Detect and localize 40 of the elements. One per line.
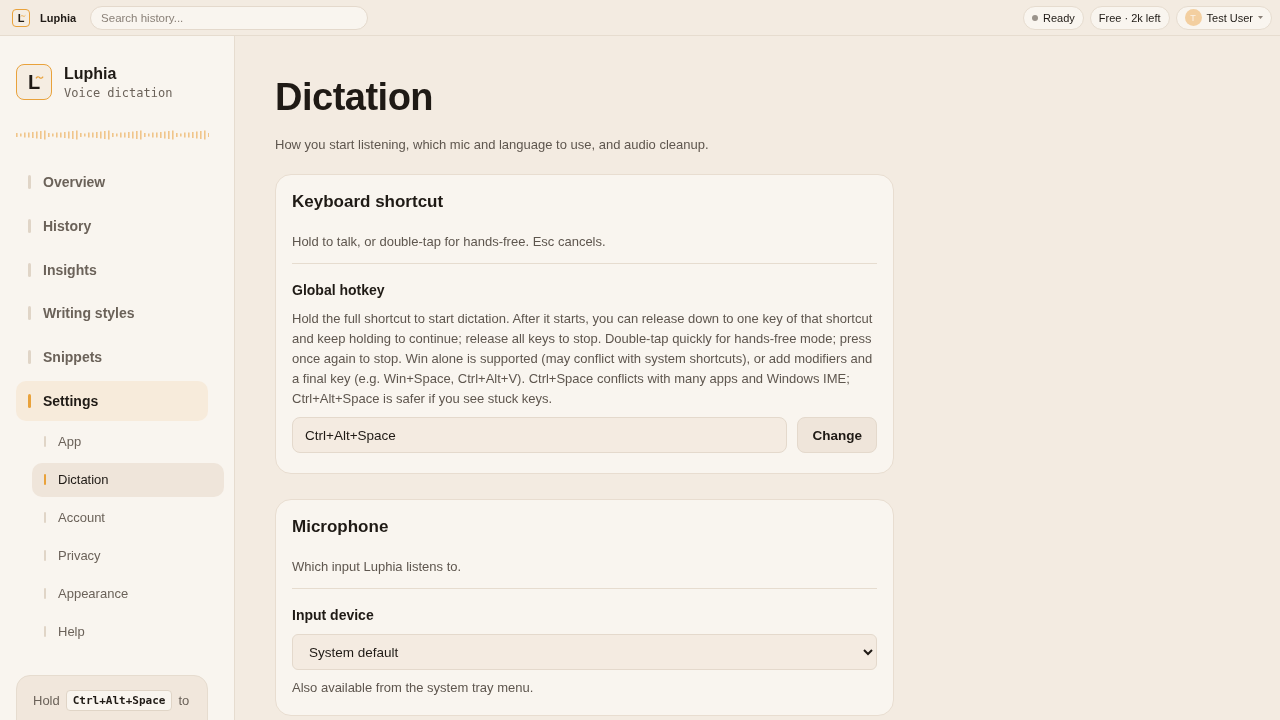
status-dot-icon [1032, 14, 1038, 21]
card-description: Which input Luphia listens to. [292, 559, 877, 589]
caret-icon [1258, 16, 1263, 19]
nav-item[interactable]: Snippets [16, 337, 208, 378]
user-menu-button[interactable]: T Test User [1175, 5, 1272, 30]
page-title: Dictation [275, 76, 435, 119]
app-logo: L [16, 64, 52, 100]
nav-item[interactable]: Insights [16, 249, 208, 290]
plan-badge: Free · 2k left [1089, 5, 1170, 30]
search-field[interactable]: Search history... [90, 5, 369, 30]
app-name: Luphia [40, 11, 77, 24]
subnav-item[interactable]: Dictation [32, 462, 224, 497]
change-button[interactable]: Change [797, 417, 877, 453]
status-pill: Ready [1023, 5, 1084, 30]
key-chip: Ctrl+Alt+Space [65, 689, 173, 711]
input-device-dropdown[interactable]: System default [292, 634, 877, 670]
subnav-item[interactable]: App [32, 424, 224, 459]
subnav-item[interactable]: Account [32, 500, 224, 535]
app-logo: L [12, 8, 30, 27]
hint-text: to [178, 692, 190, 708]
nav-item[interactable]: History [16, 205, 208, 246]
brand-name: Luphia [64, 64, 118, 83]
brand-tagline: Voice dictation [64, 85, 173, 100]
subnav-item[interactable]: Help [32, 614, 224, 649]
subnav-item[interactable]: Privacy [32, 538, 224, 573]
nav-item[interactable]: Settings [16, 381, 208, 421]
hotkey-field[interactable]: Ctrl+Alt+Space [292, 417, 788, 453]
card-title: Keyboard shortcut [292, 192, 445, 212]
hint-text: Hold [33, 692, 60, 708]
field-label: Global hotkey [292, 282, 386, 298]
nav-item[interactable]: Writing styles [16, 293, 208, 334]
page-subtitle: How you start listening, which mic and language to use, and audio cleanup. [275, 137, 710, 152]
card-description: Hold to talk, or double-tap for hands-free. Esc cancels. [292, 234, 877, 264]
nav-item[interactable]: Overview [16, 162, 208, 202]
card-title: Microphone [292, 517, 390, 537]
field-label: Input device [292, 607, 375, 623]
avatar-icon: T [1184, 9, 1202, 26]
help-text: Hold the full shortcut to start dictation. After it starts, you can release down to one key of that shortcut and keep holding to continue; release all keys to stop. Double-tap quickly for hands-free mode; press once again to stop. Win alone is supported (may conflict with system shortcuts), or add modifiers and a final key (e.g. Win+Space, Ctrl+Alt+V). Ctrl+Space conflicts with many apps and Windows IME; Ctrl+Alt+Space is safer if you see stuck keys. [292, 310, 874, 408]
help-text: Also available from the system tray menu. [292, 680, 535, 695]
subnav-item[interactable]: Appearance [32, 576, 224, 611]
